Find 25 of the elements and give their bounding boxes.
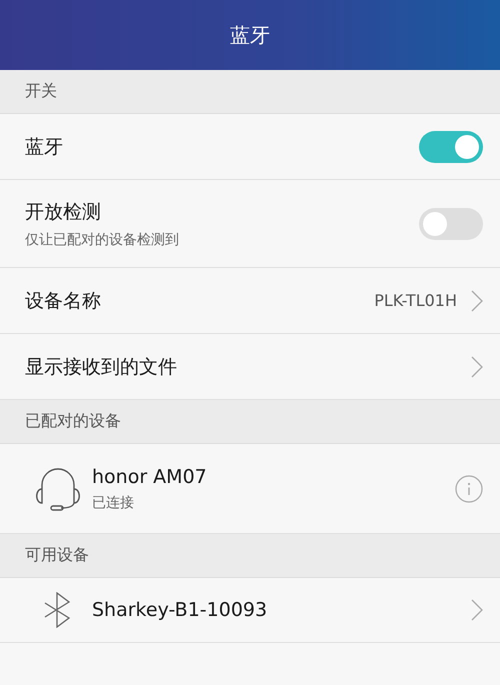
device-row[interactable]: Sharkey-B1-10093	[0, 578, 500, 643]
row-value: PLK-TL01H	[374, 291, 457, 310]
section-label: 开关	[25, 81, 57, 102]
section-label: 已配对的设备	[25, 411, 121, 432]
device-name: Sharkey-B1-10093	[92, 599, 268, 621]
device-name: honor AM07	[92, 466, 208, 488]
row-subtitle: 仅让已配对的设备检测到	[25, 230, 180, 248]
screen-title: 蓝牙	[230, 22, 270, 48]
settings-row[interactable]: 开放检测 仅让已配对的设备检测到	[0, 180, 500, 268]
settings-row[interactable]: 设备名称 PLK-TL01H	[0, 268, 500, 334]
toggle-switch[interactable]	[419, 208, 483, 240]
row-title: 设备名称	[25, 288, 102, 314]
row-title: 蓝牙	[25, 134, 64, 160]
row-title: 显示接收到的文件	[25, 354, 178, 380]
settings-row[interactable]: 蓝牙	[0, 114, 500, 180]
section-label: 可用设备	[25, 545, 89, 566]
chevron-icon	[471, 290, 483, 312]
chevron-icon	[471, 599, 483, 621]
row-title: 开放检测	[25, 200, 102, 224]
toggle-switch[interactable]	[419, 130, 483, 162]
info-icon[interactable]	[455, 474, 483, 502]
bluetooth-icon	[43, 592, 73, 628]
device-status: 已连接	[92, 494, 135, 512]
chevron-icon	[471, 356, 483, 378]
headset-icon	[33, 466, 83, 510]
